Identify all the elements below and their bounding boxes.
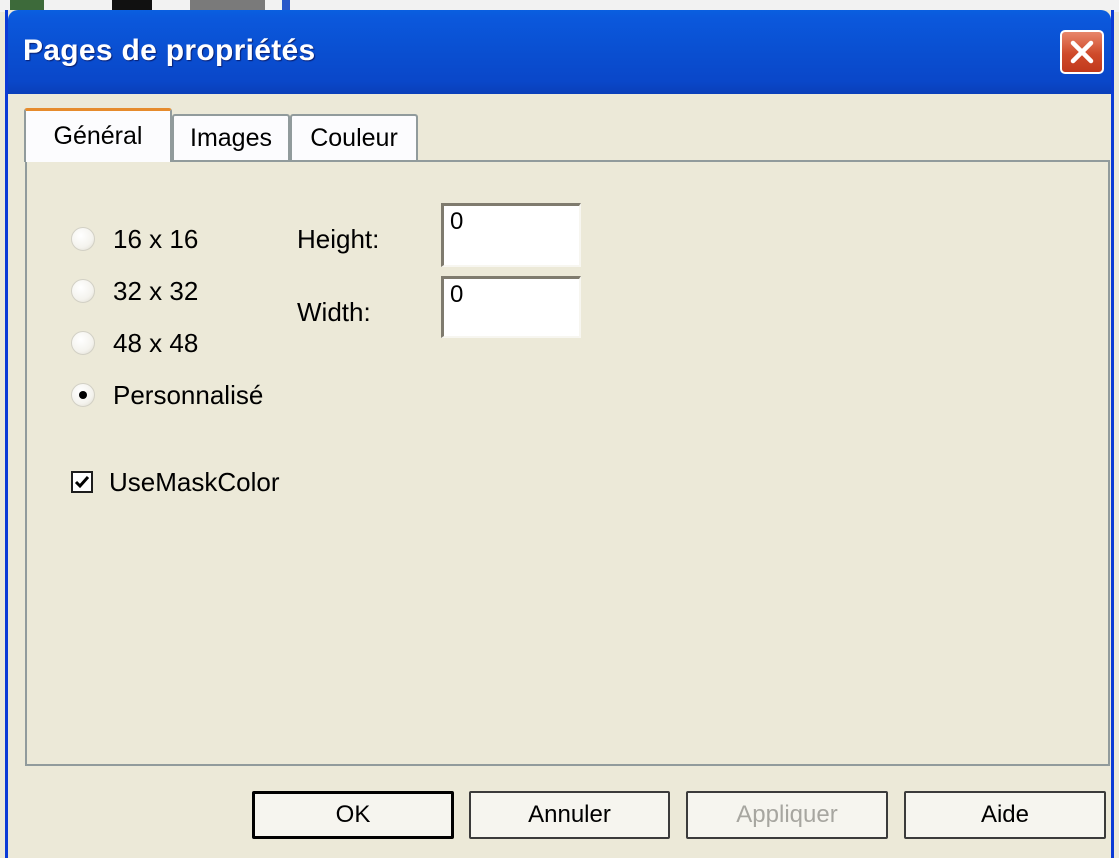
radio-48x48-label: 48 x 48	[113, 327, 199, 358]
title-bar[interactable]: Pages de propriétés	[8, 10, 1111, 94]
radio-button[interactable]	[71, 331, 95, 355]
radio-personnalise[interactable]: Personnalisé	[71, 378, 263, 412]
tab-panel-general: 16 x 16 32 x 32 48 x 48 Personnalisé Hei…	[25, 160, 1110, 766]
ok-button[interactable]: OK	[252, 791, 454, 839]
help-button-label: Aide	[980, 801, 1030, 828]
tab-couleur[interactable]: Couleur	[290, 114, 418, 161]
radio-button-selected[interactable]	[71, 383, 95, 407]
tab-couleur-label: Couleur	[310, 124, 398, 152]
checkbox[interactable]	[71, 471, 93, 493]
radio-32x32[interactable]: 32 x 32	[71, 274, 198, 308]
checkmark-icon	[74, 476, 90, 489]
tab-images[interactable]: Images	[172, 114, 290, 161]
height-label: Height:	[297, 224, 380, 254]
cancel-button[interactable]: Annuler	[469, 791, 670, 839]
tab-general-label: Général	[53, 122, 143, 150]
apply-button-label: Appliquer	[736, 801, 838, 828]
radio-personnalise-label: Personnalisé	[113, 379, 264, 410]
radio-16x16[interactable]: 16 x 16	[71, 222, 198, 256]
radio-16x16-label: 16 x 16	[113, 223, 199, 254]
ok-button-label: OK	[335, 801, 371, 828]
radio-48x48[interactable]: 48 x 48	[71, 326, 198, 360]
window-title: Pages de propriétés	[23, 34, 316, 67]
tab-images-label: Images	[190, 124, 272, 152]
cancel-button-label: Annuler	[528, 801, 611, 828]
radio-32x32-label: 32 x 32	[113, 275, 199, 306]
width-field[interactable]: 0	[441, 276, 581, 338]
use-mask-color-checkbox[interactable]: UseMaskColor	[71, 465, 280, 499]
tab-general[interactable]: Général	[24, 108, 172, 162]
height-field[interactable]: 0	[441, 203, 581, 267]
radio-button[interactable]	[71, 227, 95, 251]
properties-dialog: Pages de propriétés Général Images Coule…	[5, 10, 1114, 858]
help-button[interactable]: Aide	[904, 791, 1106, 839]
use-mask-color-label: UseMaskColor	[109, 466, 280, 497]
close-button[interactable]	[1060, 30, 1104, 74]
width-label: Width:	[297, 297, 371, 327]
apply-button[interactable]: Appliquer	[686, 791, 888, 839]
close-icon	[1070, 40, 1094, 64]
radio-button[interactable]	[71, 279, 95, 303]
